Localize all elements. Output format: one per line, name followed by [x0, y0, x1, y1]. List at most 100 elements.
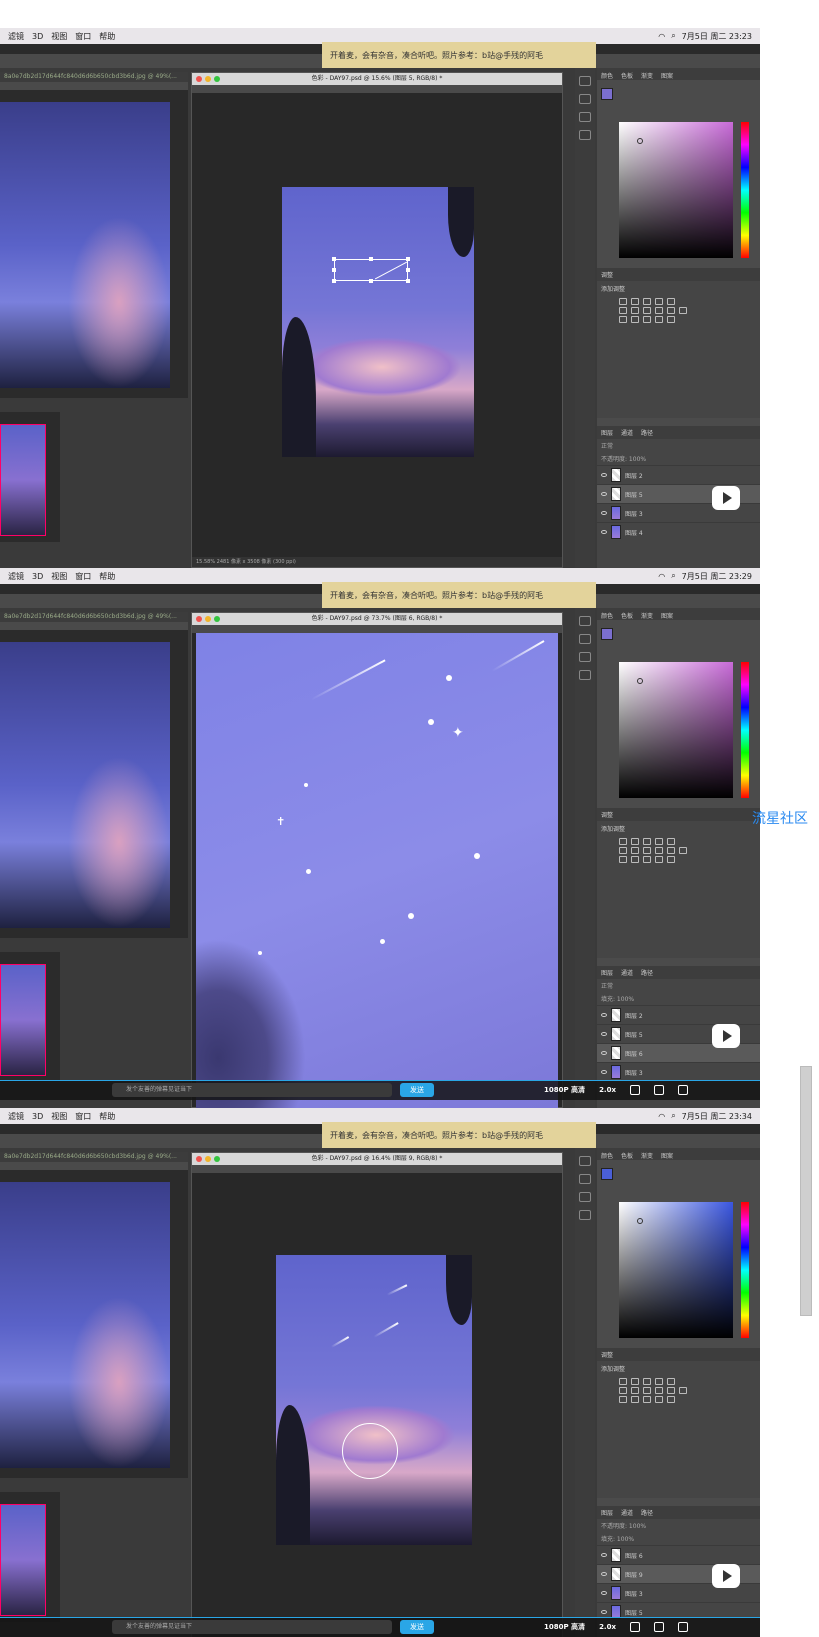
search-icon[interactable]: ⌕: [671, 571, 675, 581]
gradient-map-icon[interactable]: [655, 1396, 663, 1403]
menu-3d[interactable]: 3D: [32, 572, 43, 581]
color-picker-field[interactable]: [619, 122, 733, 258]
wifi-icon[interactable]: ◠: [658, 572, 665, 581]
color-picker-field[interactable]: [619, 1202, 733, 1338]
color-picker-cursor[interactable]: [637, 1218, 643, 1224]
volume-icon[interactable]: [629, 1085, 640, 1095]
menu-view[interactable]: 视图: [51, 571, 67, 582]
posterize-icon[interactable]: [631, 1396, 639, 1403]
lookup-icon[interactable]: [679, 307, 687, 314]
progress-line[interactable]: [0, 1617, 760, 1618]
tab-swatches[interactable]: 色板: [621, 611, 633, 620]
tab-pattern[interactable]: 图案: [661, 1151, 673, 1160]
layer-row[interactable]: 图层 2: [597, 465, 760, 484]
curves-icon[interactable]: [643, 1378, 651, 1385]
volume-icon[interactable]: [629, 1622, 640, 1632]
send-button[interactable]: 发送: [400, 1083, 434, 1097]
play-button-icon[interactable]: [712, 1564, 740, 1588]
progress-line[interactable]: [0, 1080, 760, 1081]
layer-row[interactable]: 图层 6: [597, 1545, 760, 1564]
eye-icon[interactable]: [601, 473, 607, 477]
hue-slider[interactable]: [741, 662, 749, 798]
minimize-icon[interactable]: [205, 616, 211, 622]
move-tool-icon[interactable]: [579, 1156, 591, 1166]
posterize-icon[interactable]: [631, 856, 639, 863]
gradient-map-icon[interactable]: [655, 856, 663, 863]
speed-button[interactable]: 2.0x: [599, 1623, 616, 1631]
eye-icon[interactable]: [601, 511, 607, 515]
posterize-icon[interactable]: [631, 316, 639, 323]
lookup-icon[interactable]: [679, 847, 687, 854]
menu-help[interactable]: 帮助: [99, 31, 115, 42]
artwork-canvas-zoomed[interactable]: ✦ ✝: [196, 633, 558, 1108]
bw-icon[interactable]: [643, 847, 651, 854]
menu-3d[interactable]: 3D: [32, 32, 43, 41]
color-picker-cursor[interactable]: [637, 678, 643, 684]
curves-icon[interactable]: [643, 298, 651, 305]
tab-color[interactable]: 颜色: [601, 71, 613, 80]
vibrance-icon[interactable]: [667, 298, 675, 305]
hue-sat-icon[interactable]: [619, 1387, 627, 1394]
lookup-icon[interactable]: [679, 1387, 687, 1394]
threshold-icon[interactable]: [643, 856, 651, 863]
quality-button[interactable]: 1080P 高清: [544, 1622, 585, 1632]
photo-filter-icon[interactable]: [655, 307, 663, 314]
brush-tool-icon[interactable]: [579, 634, 591, 644]
tab-paths[interactable]: 路径: [641, 428, 653, 437]
tab-swatches[interactable]: 色板: [621, 71, 633, 80]
levels-icon[interactable]: [631, 1378, 639, 1385]
danmaku-input[interactable]: 发个友善的弹幕见证当下: [112, 1083, 392, 1097]
tab-gradient[interactable]: 渐变: [641, 71, 653, 80]
menu-window[interactable]: 窗口: [75, 571, 91, 582]
tab-color[interactable]: 颜色: [601, 611, 613, 620]
speed-button[interactable]: 2.0x: [599, 1086, 616, 1094]
transform-handle[interactable]: [332, 268, 336, 272]
quality-button[interactable]: 1080P 高清: [544, 1085, 585, 1095]
tab-paths[interactable]: 路径: [641, 1508, 653, 1517]
eye-icon[interactable]: [601, 1032, 607, 1036]
eye-icon[interactable]: [601, 492, 607, 496]
transform-handle[interactable]: [369, 257, 373, 261]
tab-layers[interactable]: 图层: [601, 428, 613, 437]
menu-tool-icon[interactable]: [579, 670, 591, 680]
transform-handle[interactable]: [406, 279, 410, 283]
settings-icon[interactable]: [653, 1085, 664, 1095]
foreground-swatch[interactable]: [601, 628, 613, 640]
eye-icon[interactable]: [601, 1572, 607, 1576]
fill-field[interactable]: 填充: 100%: [597, 992, 760, 1005]
transform-handle[interactable]: [406, 268, 410, 272]
bw-icon[interactable]: [643, 307, 651, 314]
color-picker-field[interactable]: [619, 662, 733, 798]
eraser-tool-icon[interactable]: [579, 1192, 591, 1202]
move-tool-icon[interactable]: [579, 76, 591, 86]
send-button[interactable]: 发送: [400, 1620, 434, 1634]
brightness-icon[interactable]: [619, 298, 627, 305]
exposure-icon[interactable]: [655, 838, 663, 845]
menu-view[interactable]: 视图: [51, 1111, 67, 1122]
vibrance-icon[interactable]: [667, 1378, 675, 1385]
brightness-icon[interactable]: [619, 1378, 627, 1385]
vibrance-icon[interactable]: [667, 838, 675, 845]
tab-paths[interactable]: 路径: [641, 968, 653, 977]
transform-handle[interactable]: [332, 279, 336, 283]
navigator-thumbnail[interactable]: [0, 1504, 46, 1616]
photo-filter-icon[interactable]: [655, 847, 663, 854]
tab-gradient[interactable]: 渐变: [641, 1151, 653, 1160]
menu-help[interactable]: 帮助: [99, 1111, 115, 1122]
zoom-icon[interactable]: [214, 76, 220, 82]
color-picker-cursor[interactable]: [637, 138, 643, 144]
eye-icon[interactable]: [601, 530, 607, 534]
levels-icon[interactable]: [631, 298, 639, 305]
tab-pattern[interactable]: 图案: [661, 611, 673, 620]
tab-channels[interactable]: 通道: [621, 1508, 633, 1517]
artwork-canvas[interactable]: [282, 187, 474, 457]
minimize-icon[interactable]: [205, 76, 211, 82]
scrollbar[interactable]: [800, 1066, 812, 1316]
danmaku-input[interactable]: 发个友善的弹幕见证当下: [112, 1620, 392, 1634]
hue-sat-icon[interactable]: [619, 307, 627, 314]
bw-icon[interactable]: [643, 1387, 651, 1394]
fullscreen-icon[interactable]: [677, 1085, 688, 1095]
eye-icon[interactable]: [601, 1610, 607, 1614]
color-balance-icon[interactable]: [631, 847, 639, 854]
selective-color-icon[interactable]: [667, 1396, 675, 1403]
